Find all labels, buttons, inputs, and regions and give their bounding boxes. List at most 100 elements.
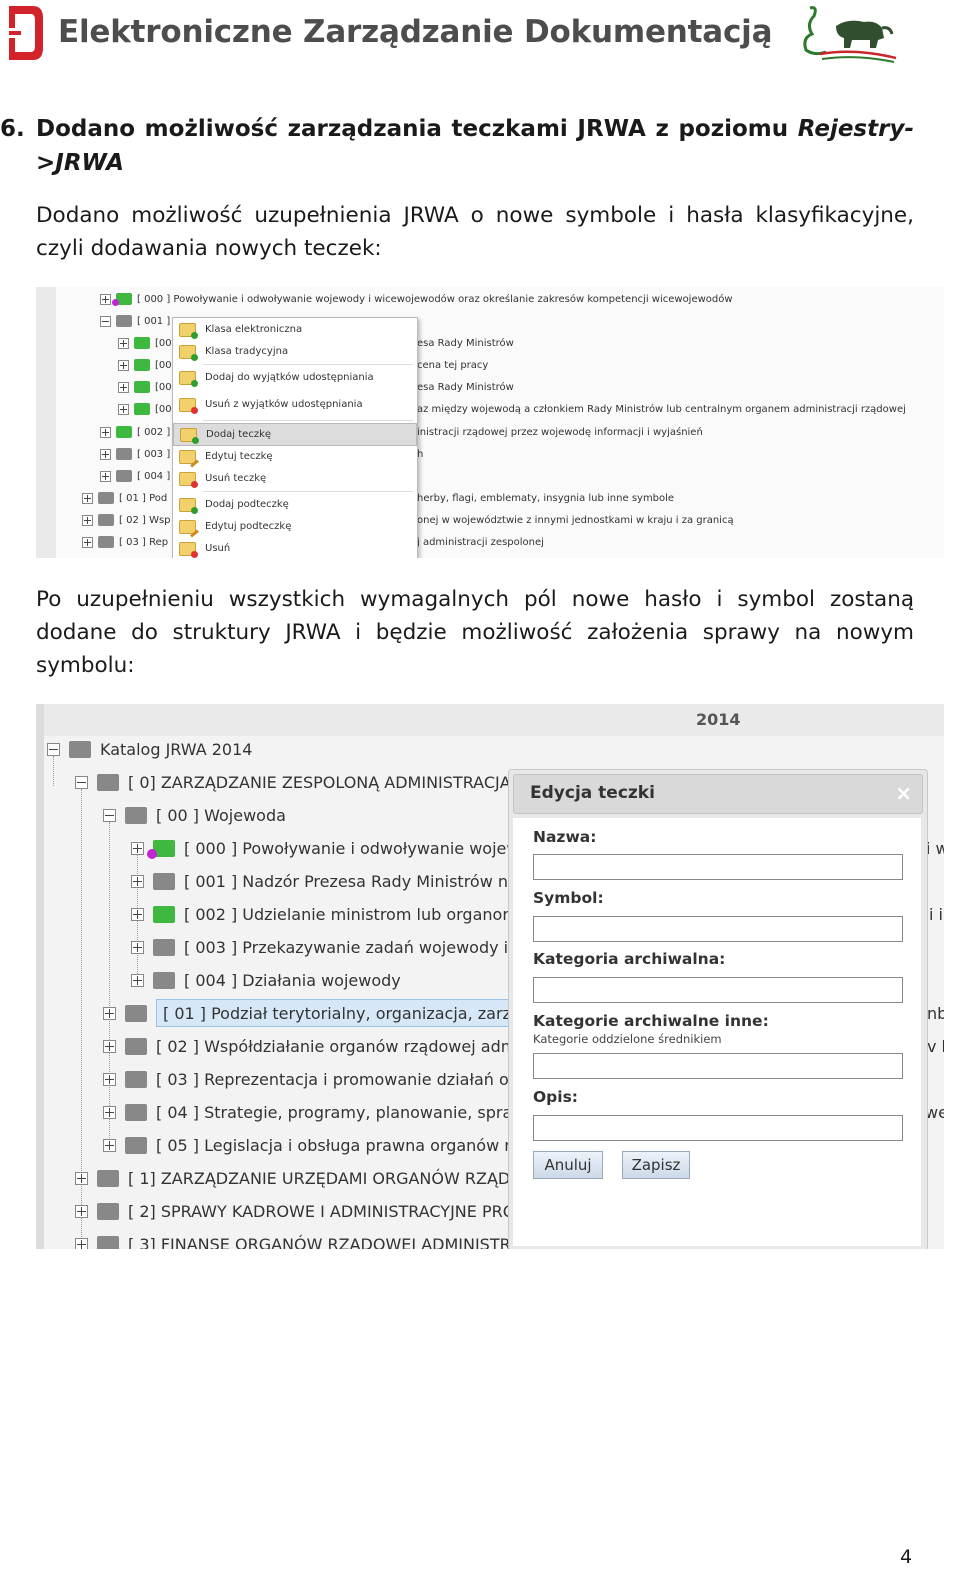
folder-green-icon [147, 839, 175, 859]
menu-item-dodaj-teczke[interactable]: Dodaj teczkę [173, 423, 417, 446]
expand-icon[interactable] [118, 337, 129, 349]
expand-icon[interactable] [103, 1039, 116, 1053]
collapse-icon[interactable] [47, 742, 60, 756]
description-input[interactable] [533, 1115, 903, 1141]
expand-icon[interactable] [131, 874, 144, 888]
tree-row[interactable]: [ 02 ] Współdziałanie organów rządowej a… [103, 1031, 531, 1061]
symbol-input[interactable] [533, 916, 903, 942]
tree-row[interactable]: [ 002 ] Udzielanie ministrom lub organom… [131, 899, 542, 929]
tree-row[interactable]: [ 000 ] Powoływanie i odwoływanie wojewo [131, 833, 529, 863]
tree-row[interactable]: [ 001 ] Nadzór Prezesa Rady Ministrów na… [131, 866, 546, 896]
tree-row[interactable]: [ 001 ] [100, 311, 170, 331]
tree-row[interactable]: [00 [118, 377, 172, 397]
expand-icon[interactable] [131, 841, 144, 855]
tree-row[interactable]: [ 002 ] [100, 422, 170, 442]
expand-icon[interactable] [118, 359, 129, 371]
tree-row[interactable]: [ 3] FINANSE ORGANÓW RZĄDOWEJ ADMINISTRA [75, 1229, 521, 1249]
tree-row-label: [ 00 ] Wojewoda [156, 805, 286, 825]
description-label: Opis: [533, 1088, 579, 1106]
tree-row-label: [ 001 ] [137, 315, 171, 327]
folder-grey-icon [97, 1169, 119, 1187]
tree-row[interactable]: [ 003 ] Przekazywanie zadań wojewody inn… [131, 932, 538, 962]
folder-add-icon [179, 497, 198, 514]
expand-icon[interactable] [82, 492, 93, 504]
expand-icon[interactable] [82, 536, 93, 548]
section-heading-italic: Rejestry- [797, 116, 914, 142]
tree-row[interactable]: [ 01 ] Pod [82, 488, 167, 508]
tree-row[interactable]: [ 05 ] Legislacja i obsługa prawna organ… [103, 1130, 538, 1160]
menu-item-edytuj-teczke[interactable]: Edytuj teczkę [173, 446, 417, 467]
menu-item-edytuj-podteczke[interactable]: Edytuj podteczkę [173, 516, 417, 537]
tree-row[interactable]: [ 004 ] [100, 466, 170, 486]
expand-icon[interactable] [100, 448, 111, 460]
tree-row[interactable]: [ 004 ] Działania wojewody [131, 965, 401, 995]
menu-item-label: Edytuj teczkę [205, 451, 273, 462]
tree-row[interactable]: [ 02 ] Wsp [82, 510, 171, 530]
expand-icon[interactable] [100, 470, 111, 482]
collapse-icon[interactable] [75, 775, 88, 789]
expand-icon[interactable] [118, 403, 129, 415]
expand-icon[interactable] [131, 907, 144, 921]
paragraph-2-line-2: dodane do struktury JRWA i będzie możliw… [36, 620, 914, 645]
tree-row[interactable]: [ 04 ] Strategie, programy, planowanie, … [103, 1097, 544, 1127]
collapse-icon[interactable] [100, 315, 111, 327]
paragraph-1-line-2: czyli dodawania nowych teczek: [36, 236, 382, 261]
tree-row[interactable]: [ 000 ] Powoływanie i odwoływanie wojewo… [100, 289, 733, 309]
tree-row-tail: esa Rady Ministrów [417, 381, 514, 393]
section-number: 6. [0, 116, 25, 142]
folder-edit-icon [179, 449, 196, 464]
expand-icon[interactable] [103, 1105, 116, 1119]
expand-icon[interactable] [82, 514, 93, 526]
tree-row-label: [ 01 ] Pod [119, 492, 168, 504]
collapse-icon[interactable] [103, 808, 116, 822]
tree-row[interactable]: [00 [118, 333, 172, 353]
tree-row-selected[interactable]: [ 01 ] Podział terytorialny, organizacja… [103, 998, 549, 1028]
menu-item-klasa-elektroniczna[interactable]: Klasa elektroniczna [173, 319, 417, 340]
tree-row-label: [ 1] ZARZĄDZANIE URZĘDAMI ORGANÓW RZĄDC [128, 1168, 522, 1188]
folder-share-add-icon [179, 370, 198, 387]
menu-item-dodaj-wyjatki[interactable]: Dodaj do wyjątków udostępniania [173, 367, 417, 388]
category-input[interactable] [533, 977, 903, 1003]
menu-item-dodaj-podteczke[interactable]: Dodaj podteczkę [173, 494, 417, 515]
tree-row-label: [ 004 ] Działania wojewody [184, 970, 401, 990]
tree-row[interactable]: [ 2] SPRAWY KADROWE I ADMINISTRACYJNE PR… [75, 1196, 515, 1226]
tree-row-tail: cena tej pracy [417, 359, 489, 371]
expand-icon[interactable] [75, 1237, 88, 1249]
menu-item-usun-teczke[interactable]: Usuń teczkę [173, 468, 417, 489]
tree-row[interactable]: [00 [118, 399, 172, 419]
tree-row-katalog[interactable]: Katalog JRWA 2014 [47, 734, 252, 764]
document-header: Elektroniczne Zarządzanie Dokumentacją [0, 0, 960, 70]
expand-icon[interactable] [75, 1171, 88, 1185]
tree-row[interactable]: [00 [118, 355, 172, 375]
folder-share-remove-icon [179, 397, 198, 414]
cancel-button[interactable]: Anuluj [533, 1151, 603, 1179]
tree-row-label: [ 01 ] Podział terytorialny, organizacja… [156, 999, 549, 1027]
tree-row[interactable]: [ 003 ] [100, 444, 170, 464]
expand-icon[interactable] [118, 381, 129, 393]
tree-row[interactable]: [ 03 ] Reprezentacja i promowanie działa… [103, 1064, 535, 1094]
folder-grey-icon [98, 536, 114, 548]
menu-item-usun[interactable]: Usuń [173, 538, 417, 558]
tree-row-label: [ 3] FINANSE ORGANÓW RZĄDOWEJ ADMINISTRA [128, 1234, 522, 1250]
menu-item-usun-wyjatki[interactable]: Usuń z wyjątków udostępniania [173, 394, 417, 415]
expand-icon[interactable] [103, 1072, 116, 1086]
expand-icon[interactable] [100, 426, 111, 438]
expand-icon[interactable] [131, 940, 144, 954]
expand-icon[interactable] [100, 293, 111, 305]
expand-icon[interactable] [131, 973, 144, 987]
tree-row-label: [ 02 ] Współdziałanie organów rządowej a… [156, 1036, 531, 1056]
close-icon[interactable]: × [895, 781, 912, 805]
tree-row[interactable]: [ 00 ] Wojewoda [103, 800, 286, 830]
menu-item-klasa-tradycyjna[interactable]: Klasa tradycyjna [173, 341, 417, 362]
other-categories-input[interactable] [533, 1053, 903, 1079]
save-button[interactable]: Zapisz [622, 1151, 690, 1179]
expand-icon[interactable] [75, 1204, 88, 1218]
tree-row[interactable]: [ 03 ] Rep [82, 532, 168, 552]
tree-row[interactable]: [ 1] ZARZĄDZANIE URZĘDAMI ORGANÓW RZĄDC [75, 1163, 521, 1193]
expand-icon[interactable] [103, 1006, 116, 1020]
ezd-logo-icon [5, 6, 43, 60]
name-input[interactable] [533, 854, 903, 880]
tree-row-label: [00 [155, 381, 172, 393]
tree-row[interactable]: [ 0] ZARZĄDZANIE ZESPOLONĄ ADMINISTRACJĄ [75, 767, 511, 797]
expand-icon[interactable] [103, 1138, 116, 1152]
